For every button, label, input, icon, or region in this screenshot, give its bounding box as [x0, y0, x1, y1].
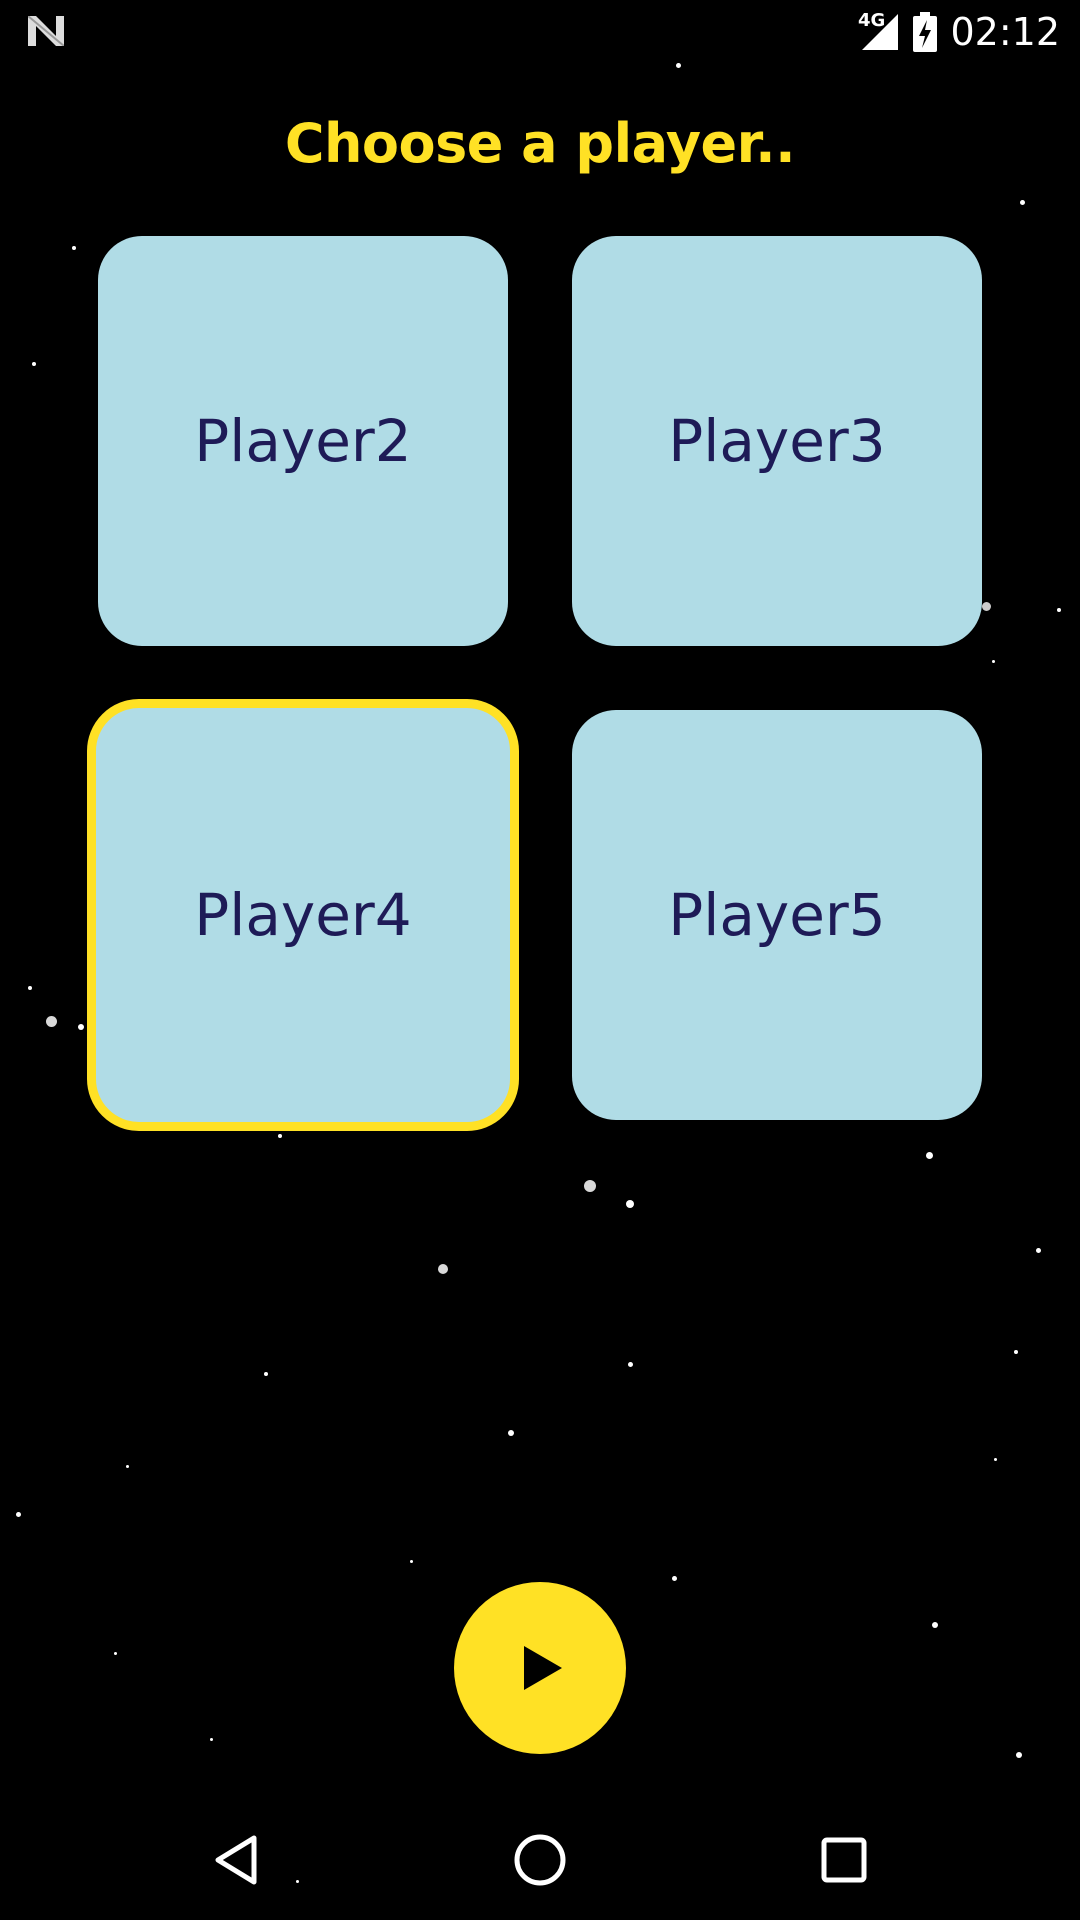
navigation-bar — [0, 1800, 1080, 1920]
player-tile-4-selected[interactable]: Player4 — [87, 699, 519, 1131]
status-clock: 02:12 — [950, 10, 1060, 54]
home-icon[interactable] — [510, 1830, 570, 1890]
play-button[interactable] — [454, 1582, 626, 1754]
player-tile-3[interactable]: Player3 — [572, 236, 982, 646]
player-tile-label: Player2 — [194, 407, 412, 475]
status-bar: 4G 02:12 — [0, 0, 1080, 63]
back-icon[interactable] — [206, 1830, 266, 1890]
play-icon — [524, 1646, 562, 1690]
player-tile-5[interactable]: Player5 — [572, 710, 982, 1120]
recents-icon[interactable] — [814, 1830, 874, 1890]
page-title: Choose a player.. — [284, 112, 796, 175]
player-select-screen: 4G 02:12 Choose a player.. Player2 Playe… — [0, 0, 1080, 1920]
battery-charging-icon — [913, 12, 938, 52]
player-tile-2[interactable]: Player2 — [98, 236, 508, 646]
status-right-group: 02:12 — [860, 8, 1060, 56]
player-tile-label: Player3 — [668, 407, 886, 475]
player-tile-label: Player5 — [668, 881, 886, 949]
signal-icon — [862, 14, 899, 50]
notification-n-icon — [27, 15, 65, 47]
player-tile-label: Player4 — [194, 881, 412, 949]
